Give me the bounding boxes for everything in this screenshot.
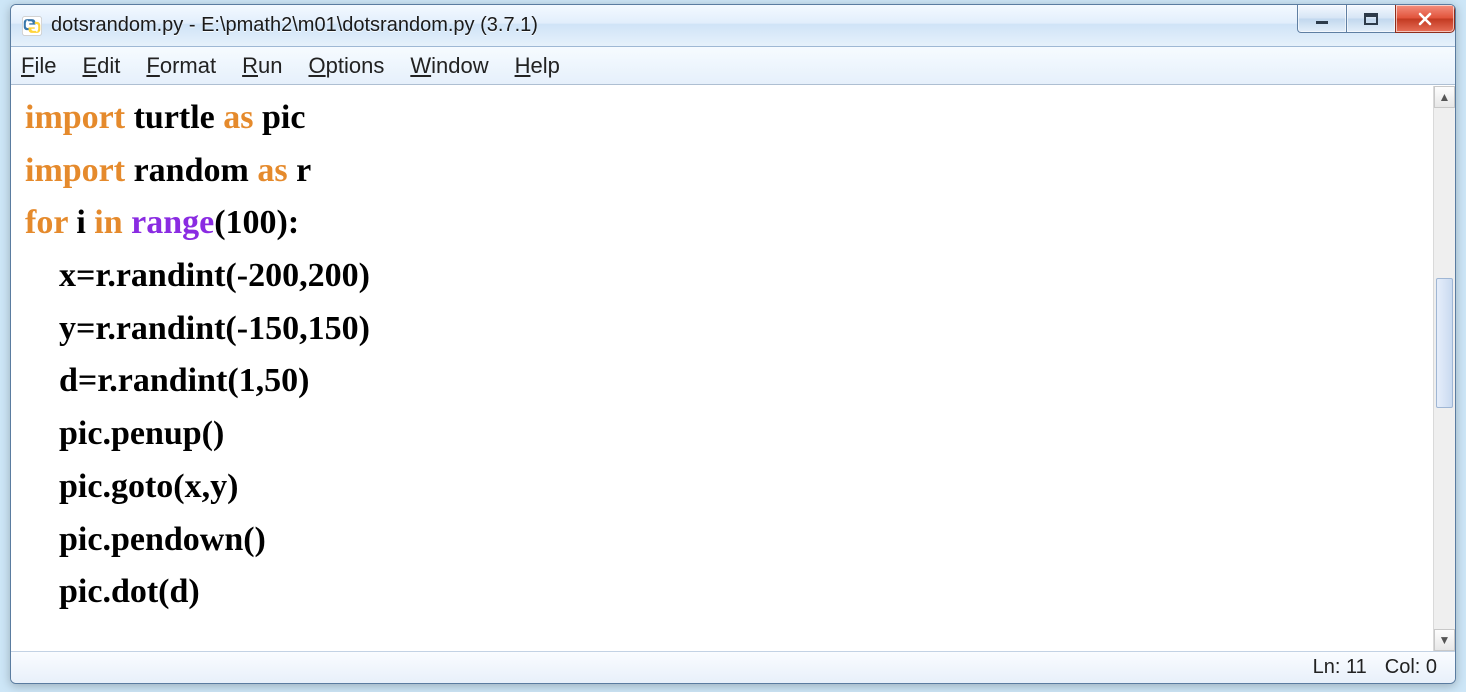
code-line: y=r.randint(-150,150) [25, 310, 370, 347]
code-line: pic.goto(x,y) [25, 468, 238, 505]
menu-window[interactable]: Window [410, 53, 488, 79]
code-editor[interactable]: import turtle as pic import random as r … [11, 86, 1433, 651]
maximize-button[interactable] [1346, 5, 1396, 33]
keyword-import: import [25, 152, 125, 189]
scroll-down-icon[interactable]: ▼ [1434, 629, 1455, 651]
code-line: pic.dot(d) [25, 573, 200, 610]
minimize-button[interactable] [1297, 5, 1347, 33]
close-button[interactable] [1395, 5, 1455, 33]
menu-options[interactable]: Options [308, 53, 384, 79]
menu-edit[interactable]: Edit [82, 53, 120, 79]
menu-run[interactable]: Run [242, 53, 282, 79]
scrollbar-thumb[interactable] [1436, 278, 1453, 408]
vertical-scrollbar[interactable]: ▲ ▼ [1433, 86, 1455, 651]
statusbar: Ln: 11 Col: 0 [11, 651, 1455, 683]
keyword-as: as [223, 99, 253, 136]
keyword-for: for [25, 204, 68, 241]
code-line: pic.penup() [25, 415, 224, 452]
menubar: File Edit Format Run Options Window Help [11, 47, 1455, 85]
scroll-up-icon[interactable]: ▲ [1434, 86, 1455, 108]
python-idle-icon [21, 15, 43, 37]
status-column: Col: 0 [1385, 656, 1437, 679]
status-line: Ln: 11 [1313, 656, 1367, 679]
idle-editor-window: dotsrandom.py - E:\pmath2\m01\dotsrandom… [10, 4, 1456, 684]
keyword-import: import [25, 99, 125, 136]
client-area: import turtle as pic import random as r … [11, 85, 1455, 651]
menu-file[interactable]: File [21, 53, 56, 79]
menu-help[interactable]: Help [515, 53, 560, 79]
code-line: x=r.randint(-200,200) [25, 257, 370, 294]
window-controls [1298, 5, 1455, 33]
scrollbar-track[interactable] [1434, 108, 1455, 629]
window-title: dotsrandom.py - E:\pmath2\m01\dotsrandom… [51, 14, 538, 37]
code-line: pic.pendown() [25, 521, 266, 558]
menu-format[interactable]: Format [146, 53, 216, 79]
code-line: d=r.randint(1,50) [25, 362, 309, 399]
titlebar[interactable]: dotsrandom.py - E:\pmath2\m01\dotsrandom… [11, 5, 1455, 47]
keyword-in: in [94, 204, 122, 241]
keyword-as: as [257, 152, 287, 189]
builtin-range: range [131, 204, 214, 241]
